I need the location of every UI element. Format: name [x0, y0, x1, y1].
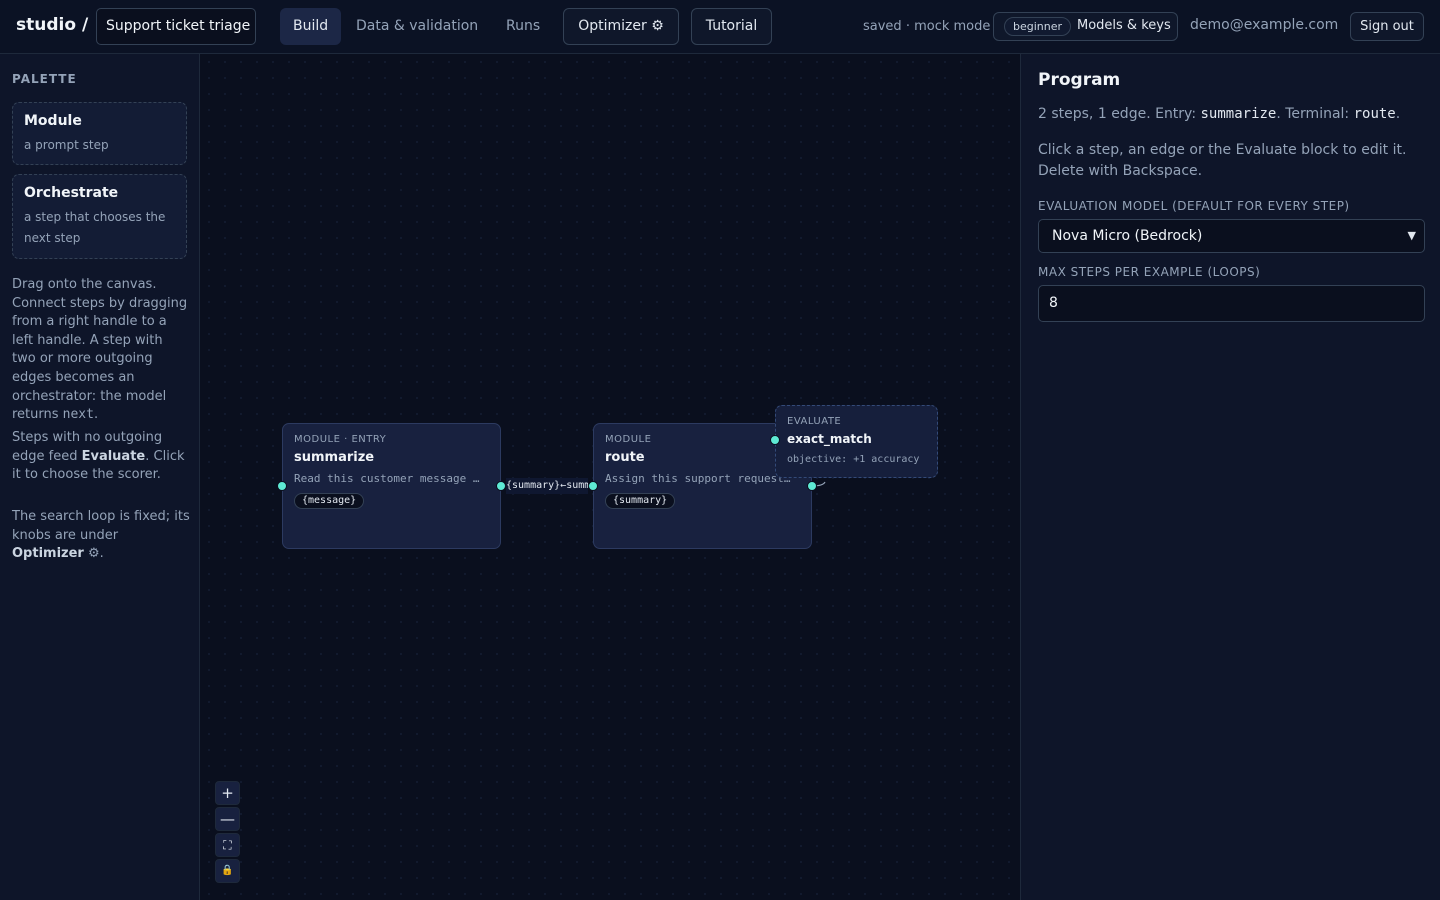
max-steps-input[interactable]: 8 [1038, 285, 1425, 322]
palette-help-optimizer: The search loop is fixed; its knobs are … [12, 509, 190, 562]
zoom-in-button[interactable]: + [215, 781, 240, 805]
evaluate-input-handle[interactable] [770, 435, 780, 445]
output-handle[interactable] [807, 481, 817, 491]
chevron-down-icon: ▼ [1407, 229, 1416, 242]
node-kind: EVALUATE [787, 416, 842, 427]
lock-icon[interactable]: 🔒 [215, 859, 240, 883]
models-keys-label: Models & keys [1077, 18, 1171, 33]
input-handle[interactable] [277, 481, 287, 491]
node-kind: MODULE [605, 434, 652, 445]
gear-icon: ⚙ [87, 546, 100, 562]
edge-label[interactable]: {summary}←summary [506, 478, 588, 494]
node-name: route [605, 450, 645, 465]
graph-canvas[interactable]: MODULE · ENTRY summarize Read this custo… [201, 54, 1020, 900]
tab-build[interactable]: Build [280, 8, 342, 45]
tab-data-validation[interactable]: Data & validation [343, 8, 491, 45]
program-help: Click a step, an edge or the Evaluate bl… [1038, 142, 1407, 179]
scorer-name: exact_match [787, 432, 872, 446]
eval-model-select[interactable]: Nova Micro (Bedrock) ▼ [1038, 219, 1425, 253]
terminal-step: route [1353, 106, 1396, 122]
palette-help-connect: Drag onto the canvas. Connect steps by d… [12, 277, 188, 423]
max-steps-label: MAX STEPS PER EXAMPLE (LOOPS) [1038, 265, 1261, 279]
sign-out-button[interactable]: Sign out [1350, 12, 1424, 41]
inline-code-next: next [62, 407, 94, 423]
save-status: saved · mock mode [863, 19, 991, 34]
tab-runs[interactable]: Runs [493, 8, 553, 45]
palette-panel: PALETTE Module a prompt step Orchestrate… [0, 54, 200, 900]
top-bar: studio / Support ticket triage Build Dat… [0, 0, 1440, 54]
palette-item-desc: a prompt step [24, 138, 109, 152]
palette-help-evaluate: Steps with no outgoing edge feed Evaluat… [12, 430, 185, 483]
palette-title: PALETTE [12, 72, 77, 86]
palette-item-desc: a step that chooses the next step [24, 210, 166, 245]
fit-view-button[interactable]: ⛶ [215, 833, 240, 857]
node-kind: MODULE · ENTRY [294, 434, 387, 445]
node-prompt: Assign this support request to a team [605, 472, 795, 485]
input-handle[interactable] [588, 481, 598, 491]
node-input-chip: {summary} [605, 493, 676, 509]
brand-logo[interactable]: studio / [16, 15, 88, 35]
node-input-chip: {message} [294, 493, 365, 509]
tutorial-button[interactable]: Tutorial [691, 8, 772, 45]
entry-step: summarize [1200, 106, 1277, 122]
project-name-input[interactable]: Support ticket triage [96, 8, 256, 45]
palette-item-title: Module [24, 113, 82, 129]
output-handle[interactable] [496, 481, 506, 491]
panel-title: Program [1038, 70, 1121, 90]
user-email: demo@example.com [1190, 17, 1339, 33]
program-summary: 2 steps, 1 edge. Entry: summarize. Termi… [1038, 106, 1401, 122]
node-summarize[interactable]: MODULE · ENTRY summarize Read this custo… [282, 423, 501, 549]
zoom-out-button[interactable]: — [215, 807, 240, 831]
level-badge: beginner [1004, 17, 1072, 36]
objective-text: objective: +1 accuracy [787, 454, 920, 465]
node-name: summarize [294, 450, 375, 465]
palette-item-module[interactable]: Module a prompt step [12, 102, 187, 165]
eval-model-label: EVALUATION MODEL (DEFAULT FOR EVERY STEP… [1038, 199, 1350, 213]
evaluate-block[interactable]: EVALUATE exact_match objective: +1 accur… [775, 405, 938, 478]
program-panel: Program 2 steps, 1 edge. Entry: summariz… [1020, 54, 1440, 900]
models-keys-button[interactable]: beginner Models & keys [993, 12, 1178, 41]
optimizer-button[interactable]: Optimizer ⚙ [563, 8, 679, 45]
palette-item-title: Orchestrate [24, 185, 119, 201]
palette-item-orchestrate[interactable]: Orchestrate a step that chooses the next… [12, 174, 187, 259]
node-prompt: Read this customer message and summarize… [294, 472, 484, 485]
eval-model-value: Nova Micro (Bedrock) [1052, 228, 1203, 244]
